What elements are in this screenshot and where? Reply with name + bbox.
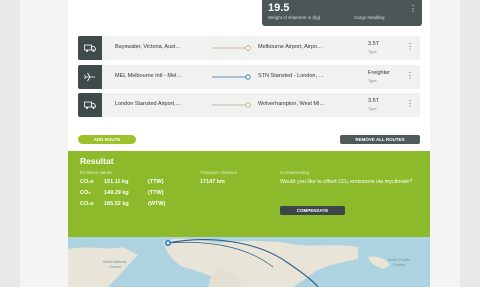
route-to: Wolverhampton, West Mi… [258, 101, 325, 107]
route-menu-icon[interactable]: ⋮ [406, 71, 414, 80]
emission-amount: 151.11 kg [104, 179, 129, 185]
remove-all-routes-button[interactable]: REMOVE ALL ROUTES [340, 135, 420, 144]
emission-row: CO₂ 149.29 kg (TTW) [80, 190, 164, 196]
cargo-handling-label[interactable]: Cargo handling [354, 15, 385, 20]
route-menu-icon[interactable]: ⋮ [406, 99, 414, 108]
truck-icon [78, 36, 102, 60]
route-connector-icon [212, 74, 251, 80]
route-to: STN Stansted - London, … [258, 73, 325, 79]
route-row[interactable]: London Stansted Airport,… Wolverhampton,… [78, 93, 420, 117]
result-section: Resultat Emission values CO₂e 151.11 kg (T… [68, 151, 430, 237]
truck-icon [78, 93, 102, 117]
compensating-question: Would you like to offset CO₂ emissions v… [280, 179, 413, 185]
route-value: 3.5T [368, 98, 380, 104]
map-label-pacific: North Pacific Ocean [387, 257, 411, 267]
route-value: Freighter [368, 70, 391, 76]
weight-label: Weight of shipment in (kg) [268, 15, 321, 20]
compensating-label: Compensating [280, 170, 310, 175]
emission-row: CO₂e 185.52 kg (WTW) [80, 201, 165, 207]
emission-row: CO₂e 151.11 kg (TTW) [80, 179, 164, 185]
emission-values-label: Emission values [80, 170, 113, 175]
route-from: MEL Melbourne Intl - Mel… [115, 73, 182, 79]
emission-scope: (TTW) [148, 190, 164, 196]
result-title: Resultat [80, 156, 114, 166]
emission-scope: (WTW) [148, 201, 166, 207]
left-gutter [0, 0, 20, 287]
route-to: Melbourne Airport, Airpo… [258, 44, 323, 50]
transport-distance-value: 17147 km [200, 179, 225, 185]
route-connector-icon [212, 102, 251, 108]
route-connector-icon [212, 45, 251, 51]
route-from: London Stansted Airport,… [115, 101, 182, 107]
emission-gas: CO₂ [80, 190, 91, 196]
weight-card: 19.5 Weight of shipment in (kg) Cargo ha… [262, 0, 422, 26]
weight-value[interactable]: 19.5 [268, 2, 289, 14]
weight-menu-icon[interactable]: ⋮ [409, 4, 417, 13]
emission-scope: (TTW) [148, 179, 164, 185]
emission-amount: 185.52 kg [104, 201, 129, 207]
route-value: 3.5T [368, 41, 380, 47]
plane-icon [78, 65, 102, 89]
calculator-panel: 19.5 Weight of shipment in (kg) Cargo ha… [68, 0, 430, 287]
route-from: Bayswater, Victoria, Aust… [115, 44, 181, 50]
route-type-label: Type [368, 49, 377, 54]
add-route-button[interactable]: ADD ROUTE [78, 135, 136, 144]
compensate-button[interactable]: COMPENSATE [280, 206, 345, 215]
route-row[interactable]: MEL Melbourne Intl - Mel… STN Stansted -… [78, 65, 420, 89]
right-gutter [460, 0, 480, 287]
route-type-label: Type [368, 106, 377, 111]
map-label-atlantic: North Atlantic Ocean [103, 259, 127, 269]
transport-distance-label: Transport distance [200, 170, 238, 175]
emission-amount: 149.29 kg [104, 190, 129, 196]
route-menu-icon[interactable]: ⋮ [406, 42, 414, 51]
emission-gas: CO₂e [80, 179, 94, 185]
route-map[interactable]: North Atlantic Ocean North Pacific Ocean [68, 237, 430, 287]
route-row[interactable]: Bayswater, Victoria, Aust… Melbourne Air… [78, 36, 420, 60]
route-type-label: Type [368, 78, 377, 83]
emission-gas: CO₂e [80, 201, 94, 207]
